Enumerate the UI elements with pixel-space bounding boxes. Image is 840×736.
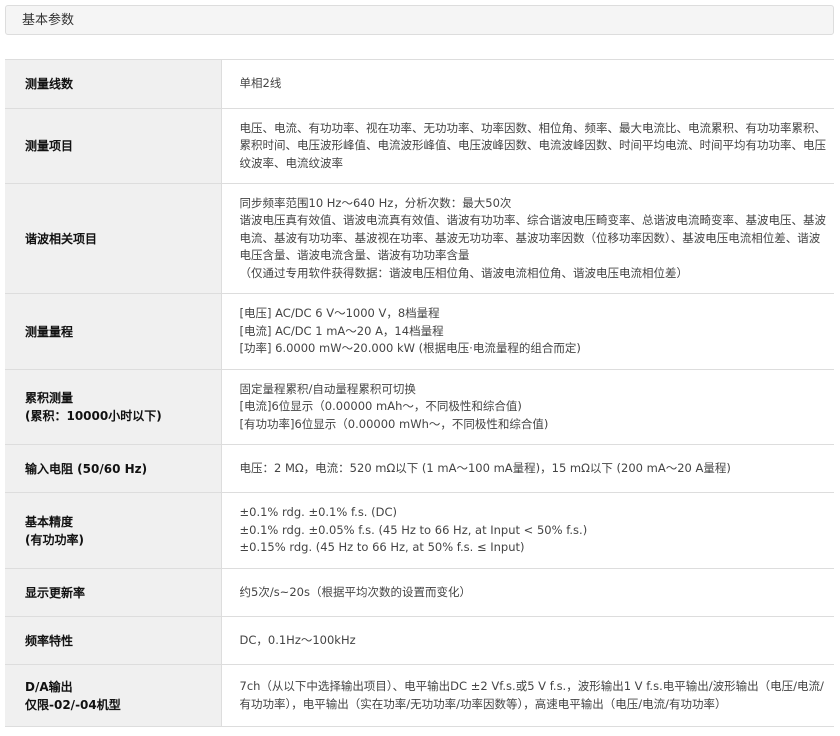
row-value-line: [有功功率]6位显示（0.00000 mWh～，不同极性和综合值) xyxy=(239,416,549,431)
row-value-line: [电压] AC/DC 6 V～1000 V，8档量程 xyxy=(239,306,440,321)
row-value-line: [电流] AC/DC 1 mA～20 A，14档量程 xyxy=(239,323,444,338)
section-title: 基本参数 xyxy=(22,13,75,28)
row-value-line: [功率] 6.0000 mW～20.000 kW (根据电压·电流量程的组合而定… xyxy=(239,341,581,356)
table-row: 基本精度 (有功功率) ±0.1% rdg. ±0.1% f.s. (DC) ±… xyxy=(5,492,834,569)
table-row: 测量线数 单相2线 xyxy=(5,59,834,109)
row-label-line: 显示更新率 xyxy=(25,585,86,600)
row-label: 测量量程 xyxy=(5,293,222,370)
row-value: [电压] AC/DC 6 V～1000 V，8档量程 [电流] AC/DC 1 … xyxy=(221,293,834,370)
table-row: 谐波相关项目 同步频率范围10 Hz～640 Hz，分析次数：最大50次 谐波电… xyxy=(5,183,834,294)
table-row: 显示更新率 约5次/s~20s（根据平均次数的设置而变化） xyxy=(5,568,834,617)
row-value-line: 7ch（从以下中选择输出项目）、电平输出DC ±2 Vf.s.或5 V f.s.… xyxy=(239,679,824,711)
row-value-line: 电压、电流、有功功率、视在功率、无功功率、功率因数、相位角、频率、最大电流比、电… xyxy=(239,120,827,170)
row-label-line: 测量量程 xyxy=(25,324,74,339)
row-label-line: 仅限-02/-04机型 xyxy=(25,697,121,712)
table-row: 累积测量 (累积：10000小时以下) 固定量程累积/自动量程累积可切换 [电流… xyxy=(5,369,834,445)
row-value-line: ±0.15% rdg. (45 Hz to 66 Hz, at 50% f.s.… xyxy=(239,540,525,555)
row-value: 同步频率范围10 Hz～640 Hz，分析次数：最大50次 谐波电压真有效值、谐… xyxy=(221,183,834,294)
section-header: 基本参数 xyxy=(5,5,834,35)
row-value: 固定量程累积/自动量程累积可切换 [电流]6位显示（0.00000 mAh～，不… xyxy=(221,369,834,445)
row-label-line: 测量线数 xyxy=(25,77,74,91)
row-label-line: 谐波相关项目 xyxy=(25,231,98,246)
row-value-line: 电压：2 MΩ，电流：520 mΩ以下 (1 mA～100 mA量程)，15 m… xyxy=(239,460,731,475)
table-row: 测量量程 [电压] AC/DC 6 V～1000 V，8档量程 [电流] AC/… xyxy=(5,293,834,370)
row-label: 谐波相关项目 xyxy=(5,183,222,294)
table-row: 测量项目 电压、电流、有功功率、视在功率、无功功率、功率因数、相位角、频率、最大… xyxy=(5,108,834,184)
row-label-line: 测量项目 xyxy=(25,139,74,153)
table-row: D/A输出 仅限-02/-04机型 7ch（从以下中选择输出项目）、电平输出DC… xyxy=(5,664,834,727)
spec-table: 测量线数 单相2线 测量项目 电压、电流、有功功率、视在功率、无功功率、功率因数… xyxy=(5,59,834,727)
row-value: 7ch（从以下中选择输出项目）、电平输出DC ±2 Vf.s.或5 V f.s.… xyxy=(221,664,834,727)
row-value: 单相2线 xyxy=(221,59,834,109)
row-value: 电压：2 MΩ，电流：520 mΩ以下 (1 mA～100 mA量程)，15 m… xyxy=(221,444,834,493)
row-value-line: 单相2线 xyxy=(239,76,282,91)
row-value: DC，0.1Hz～100kHz xyxy=(221,616,834,665)
table-row: 频率特性 DC，0.1Hz～100kHz xyxy=(5,616,834,665)
row-value-line: DC，0.1Hz～100kHz xyxy=(239,632,356,647)
row-value-line: 谐波电压真有效值、谐波电流真有效值、谐波有功功率、综合谐波电压畸变率、总谐波电流… xyxy=(239,213,827,263)
row-label-line: 累积测量 xyxy=(25,391,74,405)
row-label: 累积测量 (累积：10000小时以下) xyxy=(5,369,222,445)
row-value: 约5次/s~20s（根据平均次数的设置而变化） xyxy=(221,568,834,617)
row-value-line: 同步频率范围10 Hz～640 Hz，分析次数：最大50次 xyxy=(239,195,512,210)
row-value-line: ±0.1% rdg. ±0.1% f.s. (DC) xyxy=(239,505,397,520)
row-label: 基本精度 (有功功率) xyxy=(5,492,222,569)
row-label-line: (有功功率) xyxy=(25,532,84,547)
row-label: D/A输出 仅限-02/-04机型 xyxy=(5,664,222,727)
row-label: 频率特性 xyxy=(5,616,222,665)
row-label-line: (累积：10000小时以下) xyxy=(25,409,162,423)
table-row: 输入电阻 (50/60 Hz) 电压：2 MΩ，电流：520 mΩ以下 (1 m… xyxy=(5,444,834,493)
row-label: 测量线数 xyxy=(5,59,222,109)
row-value-line: 固定量程累积/自动量程累积可切换 xyxy=(239,381,416,396)
row-value-line: [电流]6位显示（0.00000 mAh～，不同极性和综合值) xyxy=(239,399,522,414)
row-label-line: 输入电阻 (50/60 Hz) xyxy=(25,461,148,476)
row-value: ±0.1% rdg. ±0.1% f.s. (DC) ±0.1% rdg. ±0… xyxy=(221,492,834,569)
row-value-line: ±0.1% rdg. ±0.05% f.s. (45 Hz to 66 Hz, … xyxy=(239,522,588,537)
row-label: 输入电阻 (50/60 Hz) xyxy=(5,444,222,493)
row-label: 测量项目 xyxy=(5,108,222,184)
row-label-line: 频率特性 xyxy=(25,633,74,648)
row-label-line: D/A输出 xyxy=(25,679,73,694)
row-value-line: 约5次/s~20s（根据平均次数的设置而变化） xyxy=(239,584,471,599)
row-label-line: 基本精度 xyxy=(25,514,74,529)
row-label: 显示更新率 xyxy=(5,568,222,617)
row-value-line: （仅通过专用软件获得数据：谐波电压相位角、谐波电流相位角、谐波电压电流相位差） xyxy=(239,265,689,280)
row-value: 电压、电流、有功功率、视在功率、无功功率、功率因数、相位角、频率、最大电流比、电… xyxy=(221,108,834,184)
